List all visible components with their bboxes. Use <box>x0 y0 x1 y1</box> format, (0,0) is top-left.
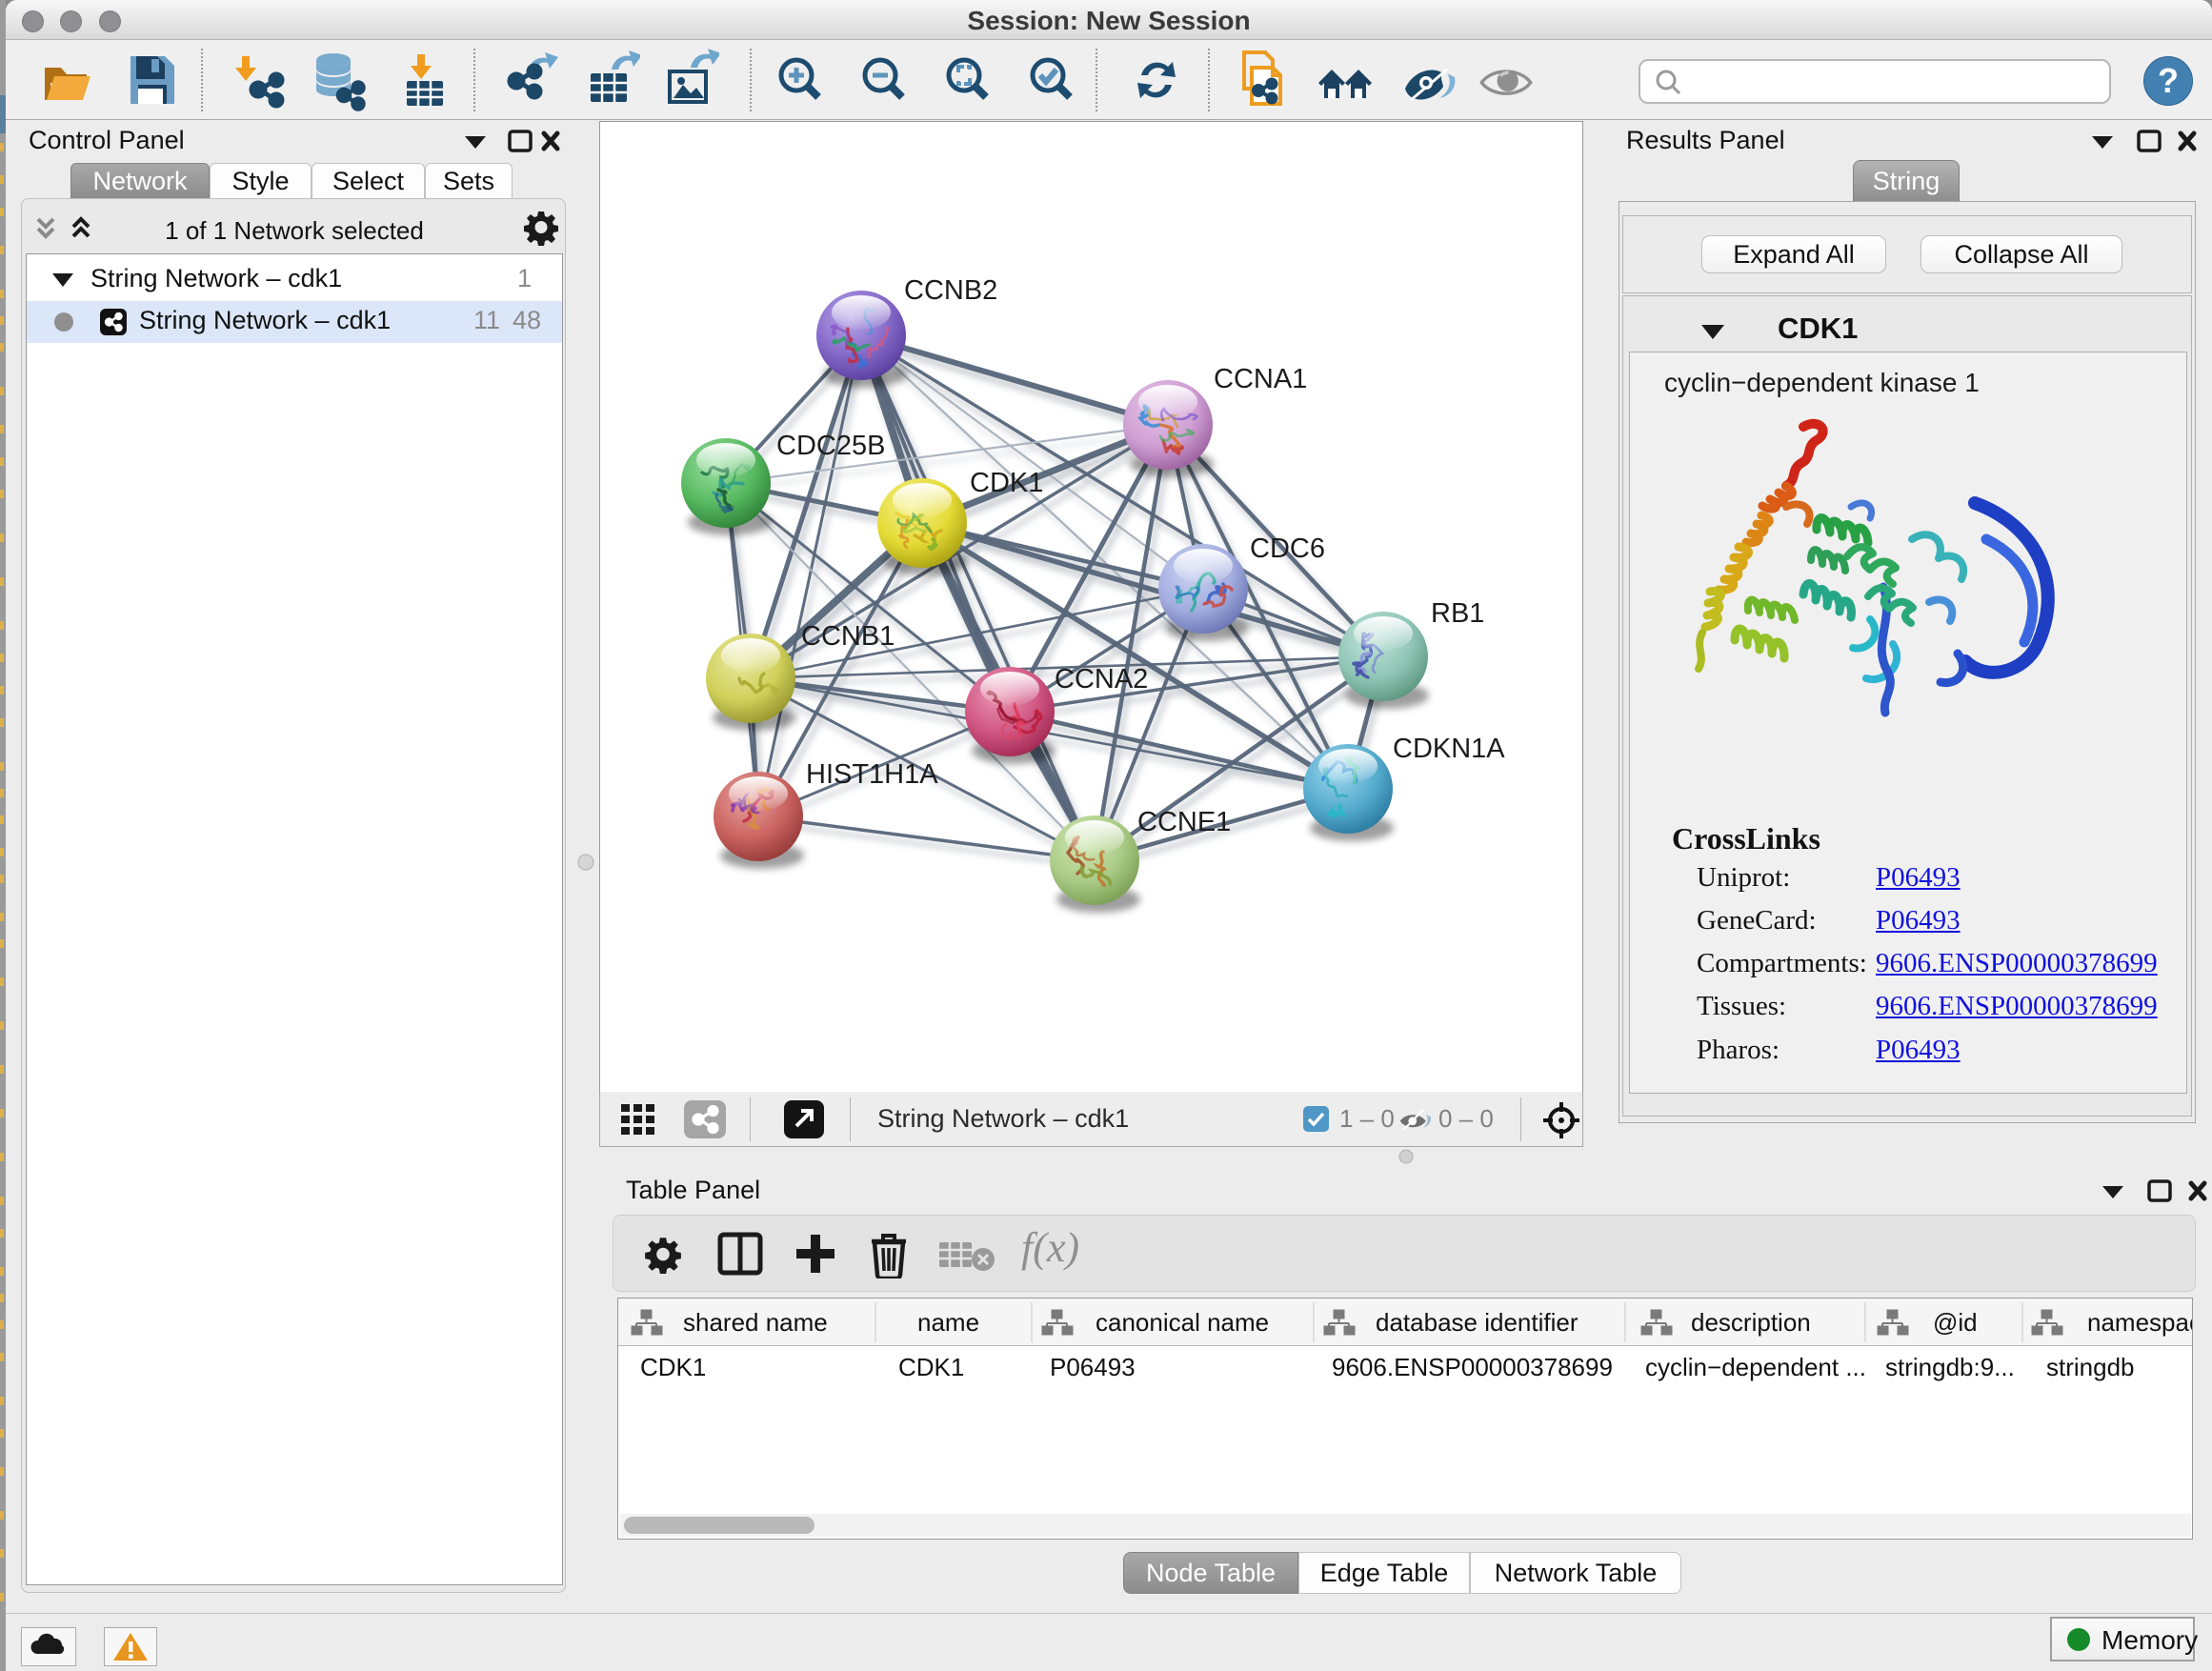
svg-text:shared name: shared name <box>683 1308 828 1337</box>
svg-text:database identifier: database identifier <box>1376 1308 1579 1337</box>
svg-text:CCNB1: CCNB1 <box>801 621 895 652</box>
svg-text:name: name <box>917 1308 979 1337</box>
svg-text:namespac: namespac <box>2087 1308 2192 1337</box>
svg-text:CDK1: CDK1 <box>970 468 1043 498</box>
svg-text:RB1: RB1 <box>1431 598 1484 629</box>
svg-text:@id: @id <box>1933 1308 1978 1337</box>
svg-text:description: description <box>1691 1308 1811 1337</box>
svg-text:CCNE1: CCNE1 <box>1137 807 1231 837</box>
svg-text:CCNB2: CCNB2 <box>904 275 997 306</box>
svg-text:CCNA2: CCNA2 <box>1055 664 1148 695</box>
svg-text:CCNA1: CCNA1 <box>1214 364 1307 394</box>
svg-text:canonical name: canonical name <box>1096 1308 1269 1337</box>
svg-text:HIST1H1A: HIST1H1A <box>806 759 938 790</box>
svg-text:CDKN1A: CDKN1A <box>1393 734 1505 764</box>
svg-text:CDC25B: CDC25B <box>776 431 885 461</box>
svg-text:CDC6: CDC6 <box>1250 534 1325 564</box>
